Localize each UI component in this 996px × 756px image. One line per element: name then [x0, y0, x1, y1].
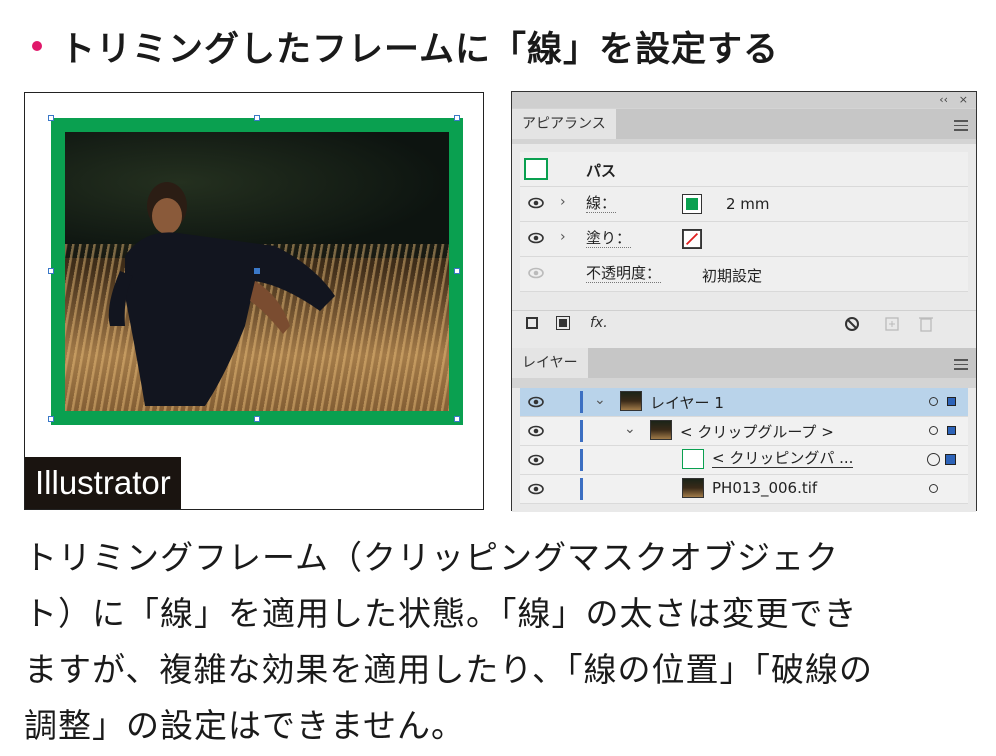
visibility-eye-icon[interactable]	[528, 197, 544, 209]
panel-menu-icon[interactable]	[954, 356, 968, 373]
panel-topbar: ‹‹ ×	[512, 92, 976, 108]
visibility-eye-icon[interactable]	[528, 483, 544, 495]
visibility-eye-icon[interactable]	[528, 232, 544, 244]
object-type: パス	[586, 162, 617, 180]
selection-square-icon[interactable]	[947, 426, 956, 435]
clear-icon[interactable]	[844, 316, 860, 332]
appearance-footer: fx.	[512, 310, 976, 337]
stroke-label[interactable]: 線：	[586, 195, 617, 213]
layer-row[interactable]: ⌄ < クリップグループ >	[520, 417, 968, 446]
handle-bottom-center[interactable]	[254, 416, 260, 422]
layer-color-bar	[580, 449, 583, 471]
layer-row[interactable]: PH013_006.tif	[520, 475, 968, 504]
layer-color-bar	[580, 420, 583, 442]
handle-bottom-left[interactable]	[48, 416, 54, 422]
layer-thumbnail	[682, 478, 704, 498]
title-text: トリミングしたフレームに「線」を設定する	[60, 29, 779, 70]
target-active-icon[interactable]	[927, 453, 940, 466]
fill-label[interactable]: 塗り：	[586, 230, 632, 248]
layer-row[interactable]: ⌄ レイヤー 1	[520, 388, 968, 417]
appearance-fill-row[interactable]: › 塗り：	[520, 222, 968, 257]
appearance-object-row: パス	[520, 152, 968, 187]
appearance-stroke-row[interactable]: › 線： 2 mm	[520, 187, 968, 222]
duplicate-icon[interactable]	[884, 316, 900, 332]
stroke-weight[interactable]: 2 mm	[726, 195, 770, 213]
opacity-value: 初期設定	[702, 267, 763, 285]
layer-thumbnail	[650, 420, 672, 440]
target-icon[interactable]	[929, 426, 938, 435]
visibility-eye-icon[interactable]	[528, 454, 544, 466]
target-icon[interactable]	[929, 484, 938, 493]
tab-appearance[interactable]: アピアランス	[512, 109, 616, 139]
visibility-eye-icon[interactable]	[528, 267, 544, 279]
fx-icon[interactable]: fx.	[590, 315, 608, 331]
panel-group: ‹‹ × アピアランス パス › 線： 2 mm › 塗り： 不透明度： 初期設…	[511, 91, 977, 512]
caption: トリミングフレーム（クリッピングマスクオブジェク ト）に「線」を適用した状態。「…	[24, 530, 984, 754]
handle-top-left[interactable]	[48, 115, 54, 121]
caption-line: 調整」の設定はできません。	[24, 706, 466, 745]
appearance-opacity-row[interactable]: 不透明度： 初期設定	[520, 257, 968, 292]
handle-bottom-right[interactable]	[454, 416, 460, 422]
caption-line: ますが、複雑な効果を適用したり、「線の位置」「破線の	[24, 650, 874, 689]
handle-middle-left[interactable]	[48, 268, 54, 274]
caption-line: ト）に「線」を適用した状態。「線」の太さは変更でき	[24, 594, 858, 633]
layers-body: ⌄ レイヤー 1 ⌄ < クリップグループ > < クリッピングパ ... PH…	[512, 388, 976, 512]
running-man-figure	[108, 182, 335, 406]
close-icon[interactable]: ×	[959, 92, 968, 108]
clipping-frame[interactable]	[48, 115, 463, 425]
layer-row[interactable]: < クリッピングパ ...	[520, 446, 968, 475]
layer-color-bar	[580, 478, 583, 500]
selection-square-icon[interactable]	[947, 397, 956, 406]
app-badge: Illustrator	[25, 457, 181, 509]
stroke-swatch-color	[686, 198, 698, 210]
center-point	[254, 268, 260, 274]
layers-tabrow: レイヤー	[512, 348, 976, 378]
appearance-tabrow: アピアランス	[512, 109, 976, 139]
visibility-eye-icon[interactable]	[528, 396, 544, 408]
layer-name[interactable]: レイヤー 1	[650, 392, 724, 413]
add-stroke-icon[interactable]	[526, 317, 538, 329]
title-bullet	[32, 41, 42, 51]
layer-thumbnail	[620, 391, 642, 411]
panel-menu-icon[interactable]	[954, 117, 968, 134]
fill-none-swatch[interactable]	[682, 229, 702, 249]
selection-square-icon[interactable]	[945, 454, 956, 465]
page-title: トリミングしたフレームに「線」を設定する	[32, 22, 779, 70]
artwork-preview: Illustrator	[24, 92, 484, 510]
layer-color-bar	[580, 391, 583, 413]
layer-name[interactable]: PH013_006.tif	[712, 479, 817, 497]
object-thumbnail	[524, 158, 548, 180]
layer-name[interactable]: < クリップグループ >	[680, 421, 834, 442]
caption-line: トリミングフレーム（クリッピングマスクオブジェク	[24, 538, 840, 577]
appearance-body: パス › 線： 2 mm › 塗り： 不透明度： 初期設定 fx.	[512, 144, 976, 374]
handle-middle-right[interactable]	[454, 268, 460, 274]
chevron-down-icon[interactable]: ⌄	[594, 392, 606, 408]
chevron-right-icon[interactable]: ›	[560, 229, 566, 245]
tab-layers[interactable]: レイヤー	[512, 348, 588, 378]
stroke-swatch[interactable]	[682, 194, 702, 214]
delete-icon[interactable]	[918, 315, 934, 333]
layer-thumbnail	[682, 449, 704, 469]
handle-top-center[interactable]	[254, 115, 260, 121]
handle-top-right[interactable]	[454, 115, 460, 121]
visibility-eye-icon[interactable]	[528, 425, 544, 437]
target-icon[interactable]	[929, 397, 938, 406]
chevron-down-icon[interactable]: ⌄	[624, 421, 636, 437]
opacity-label[interactable]: 不透明度：	[586, 265, 662, 283]
add-fill-icon[interactable]	[556, 316, 570, 330]
layer-name[interactable]: < クリッピングパ ...	[712, 450, 854, 468]
collapse-icon[interactable]: ‹‹	[939, 92, 948, 108]
chevron-right-icon[interactable]: ›	[560, 194, 566, 210]
